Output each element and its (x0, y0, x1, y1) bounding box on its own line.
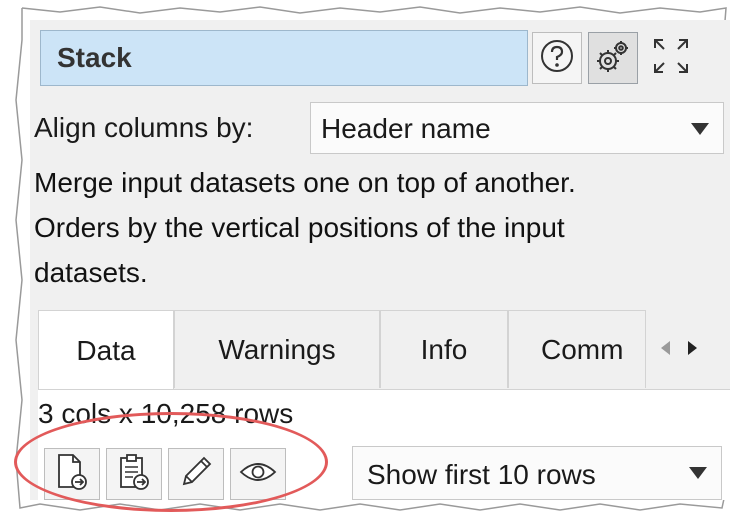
help-circle-icon (539, 38, 575, 79)
copy-to-clipboard-button[interactable] (106, 448, 162, 500)
description-line: datasets. (34, 257, 148, 288)
tab-scroll-left-button[interactable] (652, 328, 678, 372)
tab-bar: Data Warnings Info Comm (38, 310, 730, 390)
node-description: Merge input datasets one on top of anoth… (34, 160, 733, 295)
row-count-label: 3 cols x 10,258 rows (38, 398, 294, 429)
gears-icon (593, 36, 633, 81)
tab-data[interactable]: Data (38, 310, 174, 390)
edit-button[interactable] (168, 448, 224, 500)
triangle-right-icon (687, 340, 699, 361)
chevron-down-icon (691, 123, 709, 135)
tab-scroll-right-button[interactable] (680, 328, 706, 372)
node-name-input[interactable] (40, 30, 528, 86)
align-columns-row: Align columns by: Header name (34, 102, 730, 156)
chevron-down-icon (689, 467, 707, 479)
data-tab-content: 3 cols x 10,258 rows Show first 10 rows (38, 390, 730, 500)
tab-info[interactable]: Info (380, 310, 508, 388)
align-columns-label: Align columns by: (34, 112, 254, 143)
description-line: Orders by the vertical positions of the … (34, 212, 565, 243)
stack-node-panel: Align columns by: Header name Merge inpu… (30, 20, 730, 500)
align-columns-value: Header name (321, 113, 491, 144)
clipboard-output-icon (117, 453, 151, 496)
triangle-left-icon (659, 340, 671, 361)
help-button[interactable] (532, 32, 582, 84)
settings-button[interactable] (588, 32, 638, 84)
row-limit-select[interactable]: Show first 10 rows (352, 446, 722, 500)
title-row (40, 30, 730, 90)
eye-icon (239, 457, 277, 492)
align-columns-select[interactable]: Header name (310, 102, 724, 154)
description-line: Merge input datasets one on top of anoth… (34, 167, 576, 198)
row-limit-value: Show first 10 rows (367, 459, 596, 490)
tab-comments[interactable]: Comm (508, 310, 646, 388)
pencil-icon (178, 454, 214, 495)
maximize-button[interactable] (646, 32, 696, 84)
maximize-arrows-icon (651, 36, 691, 81)
file-output-icon (55, 453, 89, 496)
view-data-button[interactable] (230, 448, 286, 500)
tab-warnings[interactable]: Warnings (174, 310, 380, 388)
export-file-button[interactable] (44, 448, 100, 500)
